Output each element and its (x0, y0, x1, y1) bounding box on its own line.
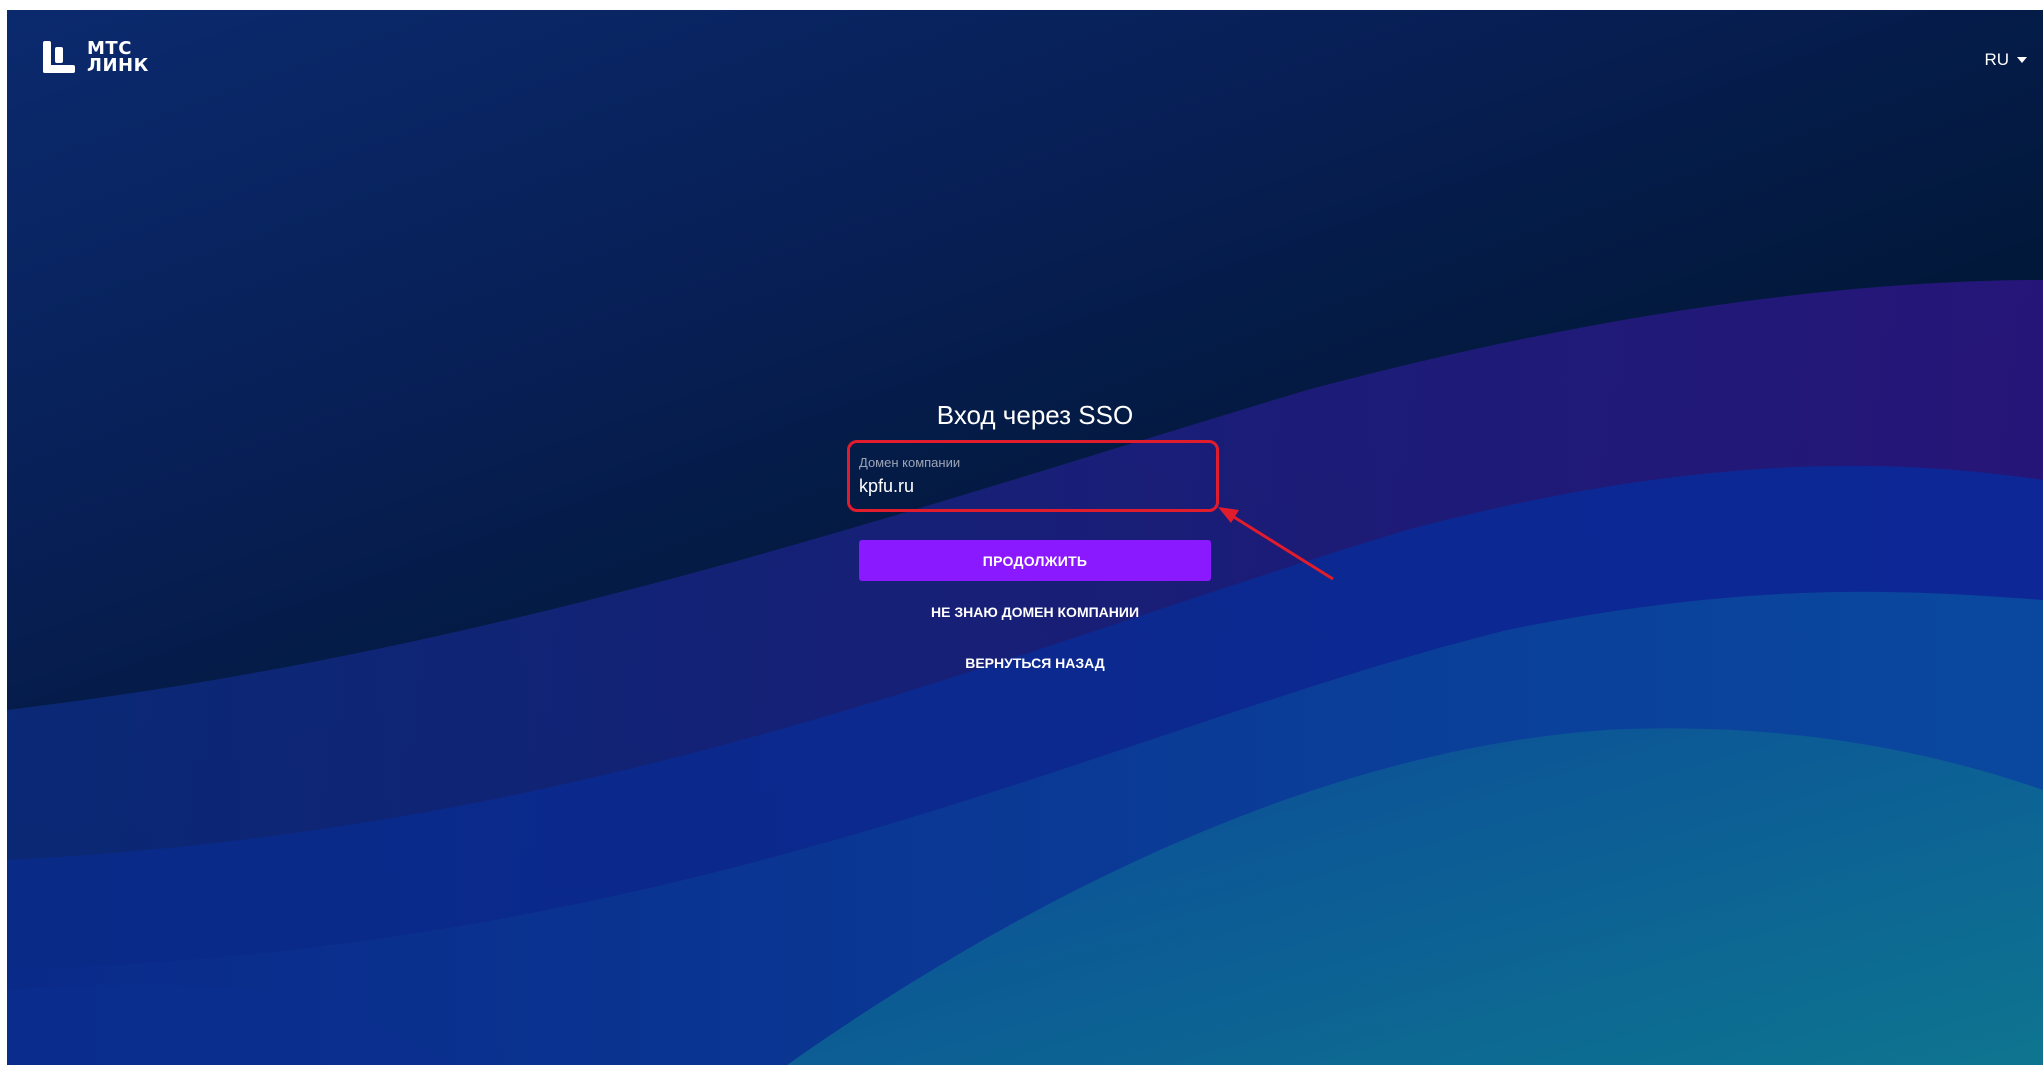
domain-field[interactable]: Домен компании (859, 451, 1211, 510)
language-label: RU (1984, 50, 2009, 69)
chevron-down-icon (2017, 57, 2027, 63)
back-link[interactable]: ВЕРНУТЬСЯ НАЗАД (859, 655, 1211, 671)
language-selector[interactable]: RU (1984, 50, 2027, 70)
domain-field-label: Домен компании (859, 455, 961, 470)
sso-login-page: МТС ЛИНК RU Вход через SSO Домен компани… (7, 10, 2043, 1065)
continue-button[interactable]: ПРОДОЛЖИТЬ (859, 540, 1211, 581)
page-title: Вход через SSO (936, 400, 1134, 430)
mts-link-logo[interactable]: МТС ЛИНК (43, 40, 149, 76)
logo-icon (43, 41, 75, 73)
logo-text: МТС ЛИНК (87, 40, 149, 76)
logo-line2: ЛИНК (87, 55, 149, 76)
sso-form: Вход через SSO Домен компании ПРОДОЛЖИТЬ… (859, 400, 1211, 671)
domain-input[interactable] (859, 476, 1211, 497)
unknown-domain-link[interactable]: НЕ ЗНАЮ ДОМЕН КОМПАНИИ (859, 604, 1211, 620)
